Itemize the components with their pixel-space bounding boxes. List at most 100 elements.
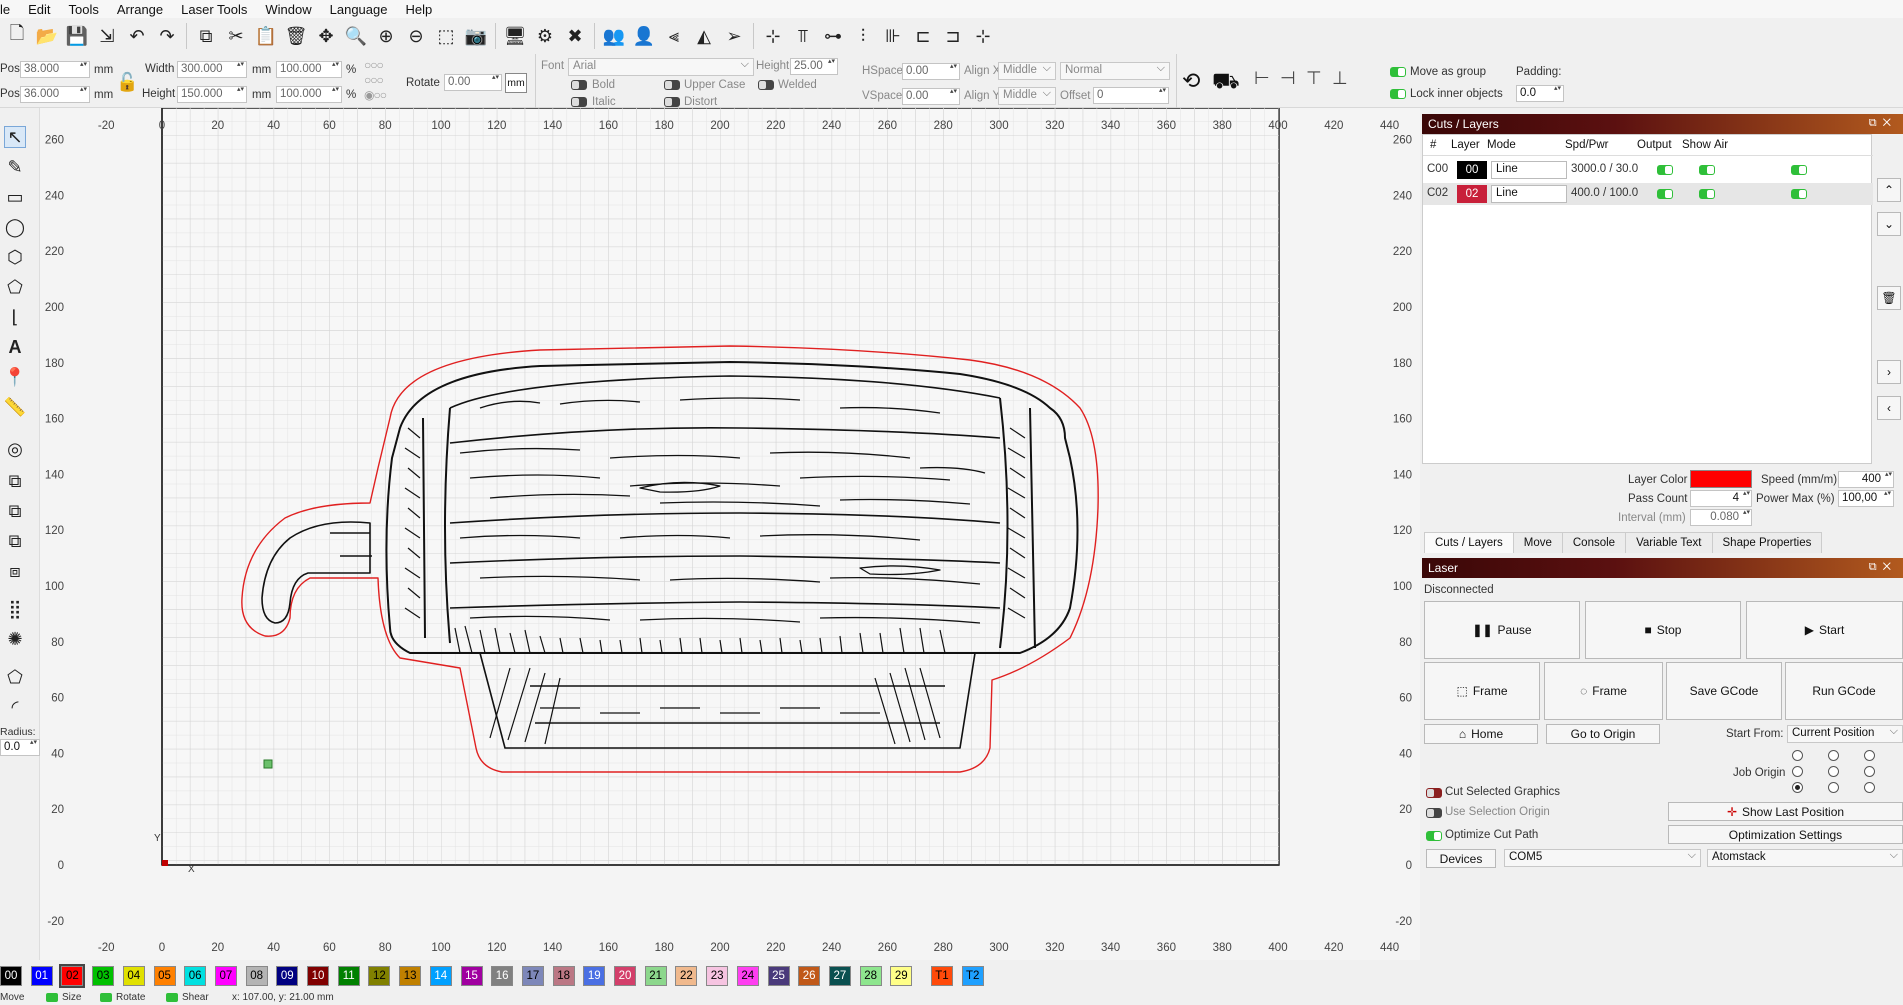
refresh-icon[interactable]: ⟲ (1182, 68, 1200, 94)
palette-swatch-27[interactable]: 27 (828, 966, 851, 986)
crosshair-icon[interactable]: ⊹ (760, 22, 786, 50)
distribute-h-icon[interactable]: ⫶ (850, 22, 876, 50)
palette-swatch-T2[interactable]: T2 (961, 966, 984, 986)
menu-language[interactable]: Language (324, 2, 400, 17)
palette-swatch-23[interactable]: 23 (706, 966, 729, 986)
collapse-left-icon[interactable]: ‹ (1877, 396, 1901, 420)
air-toggle[interactable] (1791, 165, 1807, 175)
monitor-icon[interactable]: 🖥 (502, 22, 528, 50)
output-toggle[interactable] (1657, 165, 1673, 175)
expand-right-icon[interactable]: › (1877, 360, 1901, 384)
frame-round-button[interactable]: ◌ Frame (1544, 662, 1663, 720)
palette-swatch-14[interactable]: 14 (429, 966, 452, 986)
pass-count-input[interactable]: 4 (1690, 490, 1752, 507)
workspace-canvas[interactable]: X Y -20 0 20 40 60 80 100 120 140 160 180 200 220 240… (40, 108, 1420, 960)
distort-toggle[interactable] (664, 97, 680, 107)
job-origin-radio[interactable] (1792, 782, 1803, 793)
palette-swatch-10[interactable]: 10 (307, 966, 329, 986)
cut-icon[interactable]: ✂ (223, 22, 249, 50)
palette-swatch-08[interactable]: 08 (245, 966, 268, 986)
palette-swatch-29[interactable]: 29 (890, 966, 913, 986)
palette-swatch-09[interactable]: 09 (276, 966, 299, 986)
palette-swatch-20[interactable]: 20 (614, 966, 636, 986)
xpos-input[interactable]: 38.000 (20, 61, 90, 78)
hspace-input[interactable]: 0.00 (902, 63, 960, 80)
speed-input[interactable]: 400 (1838, 471, 1894, 488)
show-toggle[interactable] (1699, 189, 1715, 199)
lock-icon[interactable]: 🔓 (116, 72, 138, 93)
align-left-icon[interactable]: ⊢ (1254, 68, 1270, 89)
corner-radius-icon[interactable]: ◜ (4, 696, 26, 718)
move-icon[interactable]: ✥ (313, 22, 339, 50)
panel-controls-icon[interactable]: ⧉✕ (1869, 117, 1897, 130)
cut-selected-toggle[interactable] (1426, 788, 1442, 798)
ellipse-icon[interactable]: ◯ (4, 216, 26, 238)
devices-button[interactable]: Devices (1426, 849, 1496, 868)
layer-swatch[interactable]: 00 (1457, 161, 1487, 179)
stop-button[interactable]: ■ Stop (1585, 601, 1741, 659)
job-origin-radio[interactable] (1828, 782, 1839, 793)
save-gcode-button[interactable]: Save GCode (1666, 662, 1782, 720)
position-marker-icon[interactable]: 📍 (4, 366, 26, 388)
shear-toggle[interactable] (166, 993, 178, 1002)
pen-icon[interactable]: ✎ (4, 156, 26, 178)
lock-inner-toggle[interactable] (1390, 89, 1406, 99)
undo-icon[interactable]: ↶ (124, 22, 150, 50)
menu-tools[interactable]: Tools (63, 2, 111, 17)
aligny-select[interactable]: Middle (998, 87, 1056, 105)
align-center-icon[interactable]: ⊣ (1280, 68, 1296, 89)
move-as-group-toggle[interactable] (1390, 67, 1406, 77)
offset-input[interactable]: 0 (1093, 87, 1169, 104)
offset-shapes-icon[interactable]: ◎ (4, 438, 26, 460)
palette-swatch-21[interactable]: 21 (644, 966, 667, 986)
delete-icon[interactable]: 🗑 (283, 22, 309, 50)
align-icon[interactable]: ⫷ (661, 22, 687, 50)
palette-swatch-18[interactable]: 18 (552, 966, 575, 986)
send-icon[interactable]: ➢ (721, 22, 747, 50)
palette-swatch-07[interactable]: 07 (214, 966, 237, 986)
ungroup-icon[interactable]: 👤 (631, 22, 657, 50)
palette-swatch-00[interactable]: 00 (0, 966, 22, 986)
menu-file[interactable]: le (0, 2, 22, 17)
width-percent-input[interactable]: 100.000 (276, 61, 342, 78)
palette-swatch-17[interactable]: 17 (521, 966, 544, 986)
radius-input[interactable]: 0.0 (0, 739, 40, 756)
copy-icon[interactable]: ⧉ (193, 22, 219, 50)
use-selection-origin-toggle[interactable] (1426, 808, 1442, 818)
palette-swatch-13[interactable]: 13 (399, 966, 422, 986)
output-toggle[interactable] (1657, 189, 1673, 199)
palette-swatch-06[interactable]: 06 (184, 966, 207, 986)
tools-icon[interactable]: ✖ (562, 22, 588, 50)
select-arrow-icon[interactable]: ↖ (4, 126, 26, 148)
padding-input[interactable]: 0.0 (1516, 85, 1564, 102)
menu-edit[interactable]: Edit (22, 2, 62, 17)
spacing-v-icon[interactable]: ⊐ (940, 22, 966, 50)
welded-toggle[interactable] (758, 80, 774, 90)
air-toggle[interactable] (1791, 189, 1807, 199)
menu-arrange[interactable]: Arrange (111, 2, 175, 17)
laser-machine-icon[interactable]: ⛟ (1212, 68, 1240, 97)
node-edit-icon[interactable]: ⬠ (4, 666, 26, 688)
menu-window[interactable]: Window (259, 2, 323, 17)
distribute-v-icon[interactable]: ⊪ (880, 22, 906, 50)
measure-ruler-icon[interactable]: 📏 (4, 396, 26, 418)
align-top-icon[interactable]: ⫪ (790, 22, 816, 50)
weld-icon[interactable]: ⧈ (4, 560, 26, 582)
tab-console[interactable]: Console (1561, 532, 1627, 553)
panel-controls-icon[interactable]: ⧉✕ (1869, 561, 1897, 574)
delete-layer-icon[interactable]: 🗑 (1877, 286, 1901, 310)
job-origin-radio[interactable] (1864, 750, 1875, 761)
export-icon[interactable]: ⇲ (94, 22, 120, 50)
open-folder-icon[interactable]: 📂 (34, 22, 60, 50)
optimization-settings-button[interactable]: Optimization Settings (1668, 825, 1903, 844)
palette-swatch-05[interactable]: 05 (153, 966, 176, 986)
tab-move[interactable]: Move (1512, 532, 1563, 553)
layer-swatch[interactable]: 02 (1457, 185, 1487, 203)
job-origin-radio[interactable] (1792, 766, 1803, 777)
circular-array-icon[interactable]: ✺ (4, 628, 26, 650)
tab-shape-properties[interactable]: Shape Properties (1711, 532, 1823, 553)
vspace-input[interactable]: 0.00 (902, 88, 960, 105)
text-tool-icon[interactable]: A (4, 336, 26, 358)
zoom-in-icon[interactable]: ⊕ (373, 22, 399, 50)
grid-snap-icon[interactable]: ⊹ (970, 22, 996, 50)
